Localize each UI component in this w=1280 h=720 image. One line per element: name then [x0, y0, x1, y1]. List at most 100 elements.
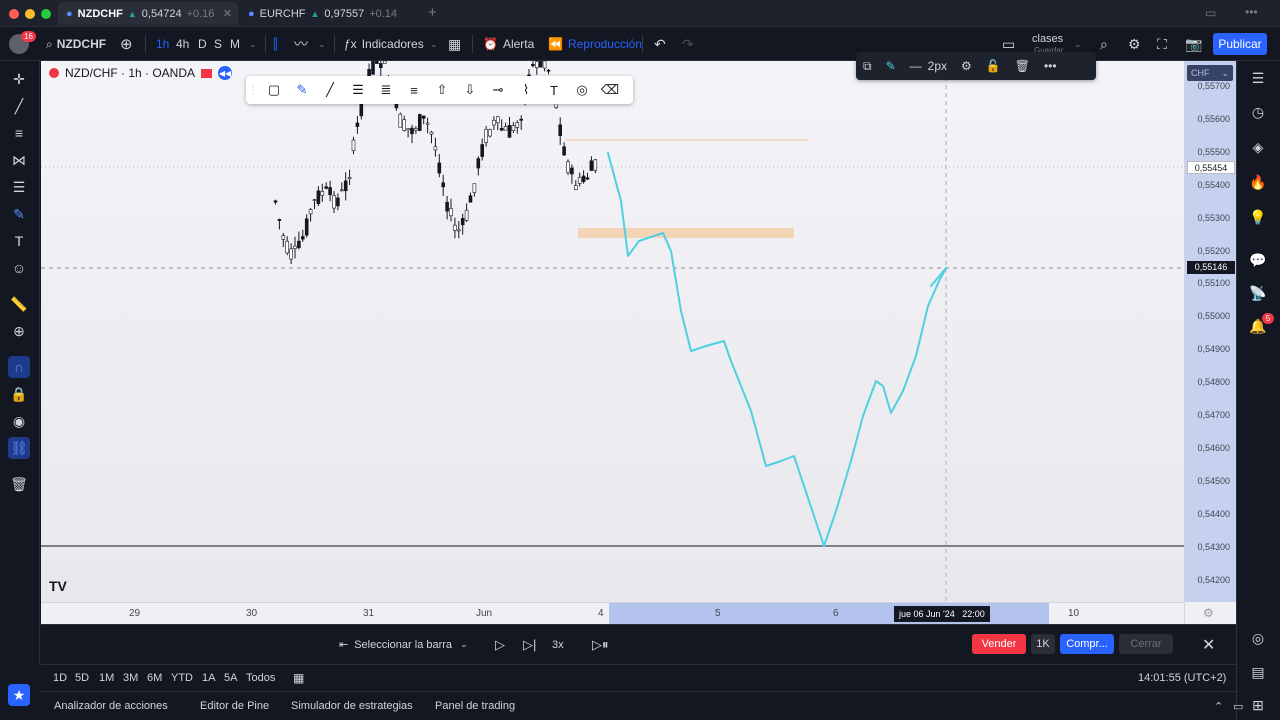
fibonacci-icon[interactable]: ≡ [8, 122, 30, 144]
collapse-icon[interactable]: ⌃ [1214, 692, 1223, 720]
quick-search-icon[interactable]: ⌕ [1100, 27, 1108, 61]
eye-icon[interactable]: ◉ [8, 410, 30, 432]
tab-strategy-tester[interactable]: Simulador de estrategias [291, 692, 413, 720]
text-icon[interactable]: T [540, 76, 568, 104]
window-tab-eurchf[interactable]: ● EURCHF ▲ 0,97557 +0.14 [240, 2, 424, 25]
pencil-color-icon[interactable]: ✎ [879, 52, 903, 80]
close-window-button[interactable] [9, 9, 19, 19]
long-position-icon[interactable]: ⇧ [428, 76, 456, 104]
brush-icon[interactable]: ✎ [288, 76, 316, 104]
tab-trading-panel[interactable]: Panel de trading [435, 692, 515, 720]
trend-line-icon[interactable]: ╱ [8, 95, 30, 117]
chart-pane[interactable]: NZD/CHF · 1h · OANDA ◀◀ CHF ⌄ 0,55700 0,55… [41, 61, 1236, 624]
drag-handle-icon[interactable]: ⋮ [246, 76, 260, 104]
target-icon[interactable]: ◎ [1247, 627, 1269, 649]
emoji-icon[interactable]: ☺ [8, 257, 30, 279]
eraser-icon[interactable]: ⌫ [596, 76, 624, 104]
trash-icon[interactable]: 🗑 [1008, 52, 1037, 80]
candles-icon[interactable]: ⫿ [273, 27, 277, 61]
close-position-button[interactable]: Cerrar [1119, 634, 1173, 654]
more-icon[interactable]: ••• [1037, 52, 1064, 80]
streams-icon[interactable]: 📡 [1247, 282, 1269, 304]
window-tab-nzdchf[interactable]: ● NZDCHF ▲ 0,54724 +0.16 ✕ [58, 2, 238, 25]
replay-mode-icon[interactable]: ◀◀ [218, 66, 233, 80]
settings-gear-icon[interactable]: ⚙ [954, 52, 979, 80]
play-icon[interactable]: ▷ [495, 625, 505, 664]
buy-button[interactable]: Compr... [1060, 634, 1114, 654]
hotlist-icon[interactable]: 🔥 [1247, 171, 1269, 193]
indicators-button[interactable]: ƒx Indicadores [344, 27, 424, 61]
crosshair-icon[interactable]: ✛ [8, 68, 30, 90]
jump-to-realtime-icon[interactable]: ▷⏸ [592, 625, 609, 664]
replay-speed[interactable]: 3x [552, 625, 564, 664]
close-icon[interactable]: ✕ [1202, 625, 1215, 664]
interval-4h[interactable]: 4h [176, 27, 189, 61]
compare-icon[interactable]: ⊕ [120, 27, 133, 61]
chat-icon[interactable]: 💬 [1247, 249, 1269, 271]
minimize-window-button[interactable] [25, 9, 35, 19]
tab-pine-editor[interactable]: Editor de Pine [200, 692, 269, 720]
range-3m[interactable]: 3M [123, 665, 138, 691]
range-5d[interactable]: 5D [75, 665, 89, 691]
camera-icon[interactable]: 📷 [1185, 27, 1202, 61]
template-icon[interactable]: ⧉ [856, 52, 879, 80]
step-forward-icon[interactable]: ▷| [523, 625, 536, 664]
forecast-icon[interactable]: ☰ [8, 176, 30, 198]
line-width-button[interactable]: — 2px [903, 52, 954, 80]
text-icon[interactable]: T [8, 230, 30, 252]
ideas-icon[interactable]: 💡 [1247, 206, 1269, 228]
clock-display[interactable]: 14:01:55 (UTC+2) [1138, 665, 1226, 691]
fib-extension-icon[interactable]: ≡ [400, 76, 428, 104]
calculator-icon[interactable]: ▤ [1247, 661, 1269, 683]
settings-gear-icon[interactable]: ⚙ [1203, 606, 1214, 620]
trash-icon[interactable]: 🗑 [8, 473, 30, 495]
maximize-icon[interactable]: ▭ [1233, 692, 1243, 720]
time-axis[interactable]: 29 30 31 Jun 4 5 6 10 jue 06 Jun '24 22:00 ⚙ [41, 602, 1214, 624]
undo-icon[interactable]: ↶ [654, 27, 666, 61]
fib-retracement-icon[interactable]: ≣ [372, 76, 400, 104]
settings-gear-icon[interactable]: ⚙ [1128, 27, 1141, 61]
symbol-search[interactable]: ⌕ NZDCHF [46, 27, 106, 61]
interval-s[interactable]: S [214, 27, 222, 61]
apps-icon[interactable]: ⊞ [1247, 694, 1269, 716]
ruler-icon[interactable]: 📏 [8, 293, 30, 315]
replay-button[interactable]: ⏪ Reproducción [548, 27, 642, 61]
range-1m[interactable]: 1M [99, 665, 114, 691]
templates-icon[interactable]: ▦ [448, 27, 461, 61]
chevron-down-icon[interactable]: ⌄ [249, 27, 257, 61]
range-todos[interactable]: Todos [246, 665, 275, 691]
sidebar-toggle-icon[interactable]: ▭ [1205, 6, 1216, 20]
unlock-icon[interactable]: 🔓 [979, 52, 1008, 80]
chevron-down-icon[interactable]: ⌄ [430, 27, 438, 61]
fullscreen-icon[interactable]: ⛶ [1157, 27, 1167, 61]
patterns-icon[interactable]: ⋈ [8, 149, 30, 171]
rectangle-icon[interactable]: ▢ [260, 76, 288, 104]
interval-m[interactable]: M [230, 27, 240, 61]
calendar-icon[interactable]: ▦ [293, 665, 304, 691]
layout-name[interactable]: clases [1032, 33, 1063, 45]
parallel-channel-icon[interactable]: ☰ [344, 76, 372, 104]
interval-1h[interactable]: 1h [156, 27, 169, 61]
range-1a[interactable]: 1A [202, 665, 215, 691]
new-tab-icon[interactable]: + [428, 4, 437, 21]
clock-icon[interactable]: ◷ [1247, 101, 1269, 123]
layers-icon[interactable]: ◈ [1247, 136, 1269, 158]
magnet-icon[interactable]: ∩ [8, 356, 30, 378]
range-6m[interactable]: 6M [147, 665, 162, 691]
more-icon[interactable]: ••• [1245, 5, 1258, 19]
link-icon[interactable]: ⛓ [8, 437, 30, 459]
interval-d[interactable]: D [198, 27, 207, 61]
short-position-icon[interactable]: ⇩ [456, 76, 484, 104]
star-icon[interactable]: ★ [8, 684, 30, 706]
line-chart-icon[interactable]: 〰 [294, 27, 308, 61]
publish-button[interactable]: Publicar [1213, 33, 1267, 55]
zoom-window-button[interactable] [41, 9, 51, 19]
range-ytd[interactable]: YTD [171, 665, 193, 691]
range-1d[interactable]: 1D [53, 665, 67, 691]
quantity-field[interactable]: 1K [1031, 634, 1055, 654]
redo-icon[interactable]: ↷ [682, 27, 694, 61]
lock-icon[interactable]: 🔒 [8, 383, 30, 405]
target-icon[interactable]: ◎ [568, 76, 596, 104]
range-5a[interactable]: 5A [224, 665, 237, 691]
path-icon[interactable]: ⌇ [512, 76, 540, 104]
